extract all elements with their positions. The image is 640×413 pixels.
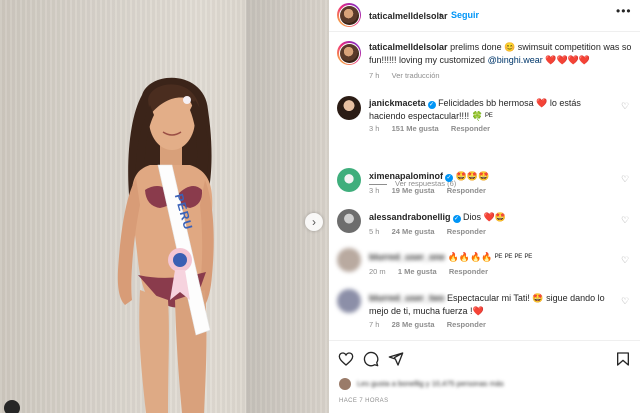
comment-likes[interactable]: 19 Me gusta <box>392 186 435 195</box>
comment-time: 3 h <box>369 124 380 133</box>
comment-avatar[interactable] <box>337 248 361 272</box>
comment-text: alessandrabonellig ✓ Dios ❤️🤩 <box>369 211 614 224</box>
comments-list[interactable]: taticalmelldelsolar prelims done 😊 swims… <box>329 33 640 339</box>
reply-button[interactable]: Responder <box>449 267 488 276</box>
liker-avatar <box>339 378 351 390</box>
comment-like-heart-icon[interactable]: ♡ <box>620 215 630 225</box>
comment-body: 🔥🔥🔥🔥 ᴾᴱ ᴾᴱ ᴾᴱ ᴾᴱ <box>447 252 533 262</box>
comment-meta: 5 h 24 Me gusta Responder <box>369 227 486 236</box>
follow-button[interactable]: Seguir <box>451 10 479 20</box>
reply-button[interactable]: Responder <box>447 227 486 236</box>
comment-username[interactable]: blurred_user_one <box>369 252 445 262</box>
author-username[interactable]: taticalmelldelsolar <box>369 11 448 21</box>
post-actions <box>329 340 640 380</box>
chevron-right-icon[interactable]: › <box>305 213 323 231</box>
caption-mention[interactable]: @binghi.wear <box>488 55 543 65</box>
caption-meta: 7 h Ver traducción <box>369 71 440 80</box>
comment-like-heart-icon[interactable]: ♡ <box>620 296 630 306</box>
verified-badge-icon: ✓ <box>445 174 454 182</box>
post-photo[interactable]: PERU › <box>0 0 329 413</box>
comment-time: 20 m <box>369 267 386 276</box>
comment-likes[interactable]: 28 Me gusta <box>392 320 435 329</box>
comment-likes[interactable]: 1 Me gusta <box>398 267 437 276</box>
author-avatar[interactable] <box>337 3 361 27</box>
more-options-icon[interactable]: ••• <box>616 4 632 18</box>
caption-username[interactable]: taticalmelldelsolar <box>369 42 448 52</box>
comment-meta: 20 m 1 Me gusta Responder <box>369 267 488 276</box>
reply-button[interactable]: Responder <box>447 320 486 329</box>
comment-username[interactable]: janickmaceta <box>369 98 426 108</box>
comment-avatar[interactable] <box>337 289 361 313</box>
separator-dot: • <box>439 10 443 20</box>
comment-like-heart-icon[interactable]: ♡ <box>620 255 630 265</box>
comment-likes[interactable]: 151 Me gusta <box>392 124 439 133</box>
comment-text: blurred_user_two Espectacular mi Tati! 🤩… <box>369 292 614 318</box>
reply-button[interactable]: Responder <box>447 186 486 195</box>
comment-like-heart-icon[interactable]: ♡ <box>620 174 630 184</box>
likes-text: Les gusta a bonellig y 10,475 personas m… <box>357 379 504 388</box>
comment-like-heart-icon[interactable]: ♡ <box>620 101 630 111</box>
caption-time: 7 h <box>369 71 380 80</box>
comment-username[interactable]: alessandrabonellig <box>369 212 451 222</box>
comment-time: 7 h <box>369 320 380 329</box>
verified-badge-icon: ✓ <box>452 215 461 223</box>
model-figure <box>117 77 214 413</box>
tagged-people-icon[interactable] <box>4 400 20 413</box>
comment-text: blurred_user_one 🔥🔥🔥🔥 ᴾᴱ ᴾᴱ ᴾᴱ ᴾᴱ <box>369 251 614 264</box>
comment-avatar[interactable] <box>337 96 361 120</box>
likes-summary[interactable]: Les gusta a bonellig y 10,475 personas m… <box>337 378 637 392</box>
comment-body: Dios ❤️🤩 <box>463 212 506 222</box>
bookmark-icon[interactable] <box>615 351 631 367</box>
comment-text: ximenapalominof ✓ 🤩🤩🤩 <box>369 170 614 183</box>
heart-icon[interactable] <box>338 351 354 367</box>
post-side-panel: taticalmelldelsolar • Seguir ••• tatical… <box>329 0 640 413</box>
comment-username[interactable]: ximenapalominof <box>369 171 443 181</box>
comment-time: 3 h <box>369 186 380 195</box>
comment-avatar[interactable] <box>337 209 361 233</box>
comment-username[interactable]: blurred_user_two <box>369 293 445 303</box>
comment-likes[interactable]: 24 Me gusta <box>392 227 435 236</box>
reply-button[interactable]: Responder <box>451 124 490 133</box>
caption-avatar[interactable] <box>337 41 361 65</box>
paper-plane-icon[interactable] <box>388 351 404 367</box>
caption-hearts: ❤️❤️❤️❤️ <box>545 55 591 65</box>
comment-meta: 3 h 19 Me gusta Responder <box>369 186 486 195</box>
caption-text: taticalmelldelsolar prelims done 😊 swims… <box>369 41 634 67</box>
comment-avatar[interactable] <box>337 168 361 192</box>
post-header: taticalmelldelsolar • Seguir ••• <box>329 0 640 32</box>
post-time-ago: HACE 7 HORAS <box>339 398 389 404</box>
translate-button[interactable]: Ver traducción <box>392 71 440 80</box>
comment-meta: 7 h 28 Me gusta Responder <box>369 320 486 329</box>
verified-badge-icon: ✓ <box>427 101 436 109</box>
comment-meta: 3 h 151 Me gusta Responder <box>369 124 490 133</box>
comment-icon[interactable] <box>363 351 379 367</box>
comment-time: 5 h <box>369 227 380 236</box>
comment-text: janickmaceta ✓ Felicidades bb hermosa ❤️ … <box>369 97 614 123</box>
comment-body: 🤩🤩🤩 <box>455 171 490 181</box>
